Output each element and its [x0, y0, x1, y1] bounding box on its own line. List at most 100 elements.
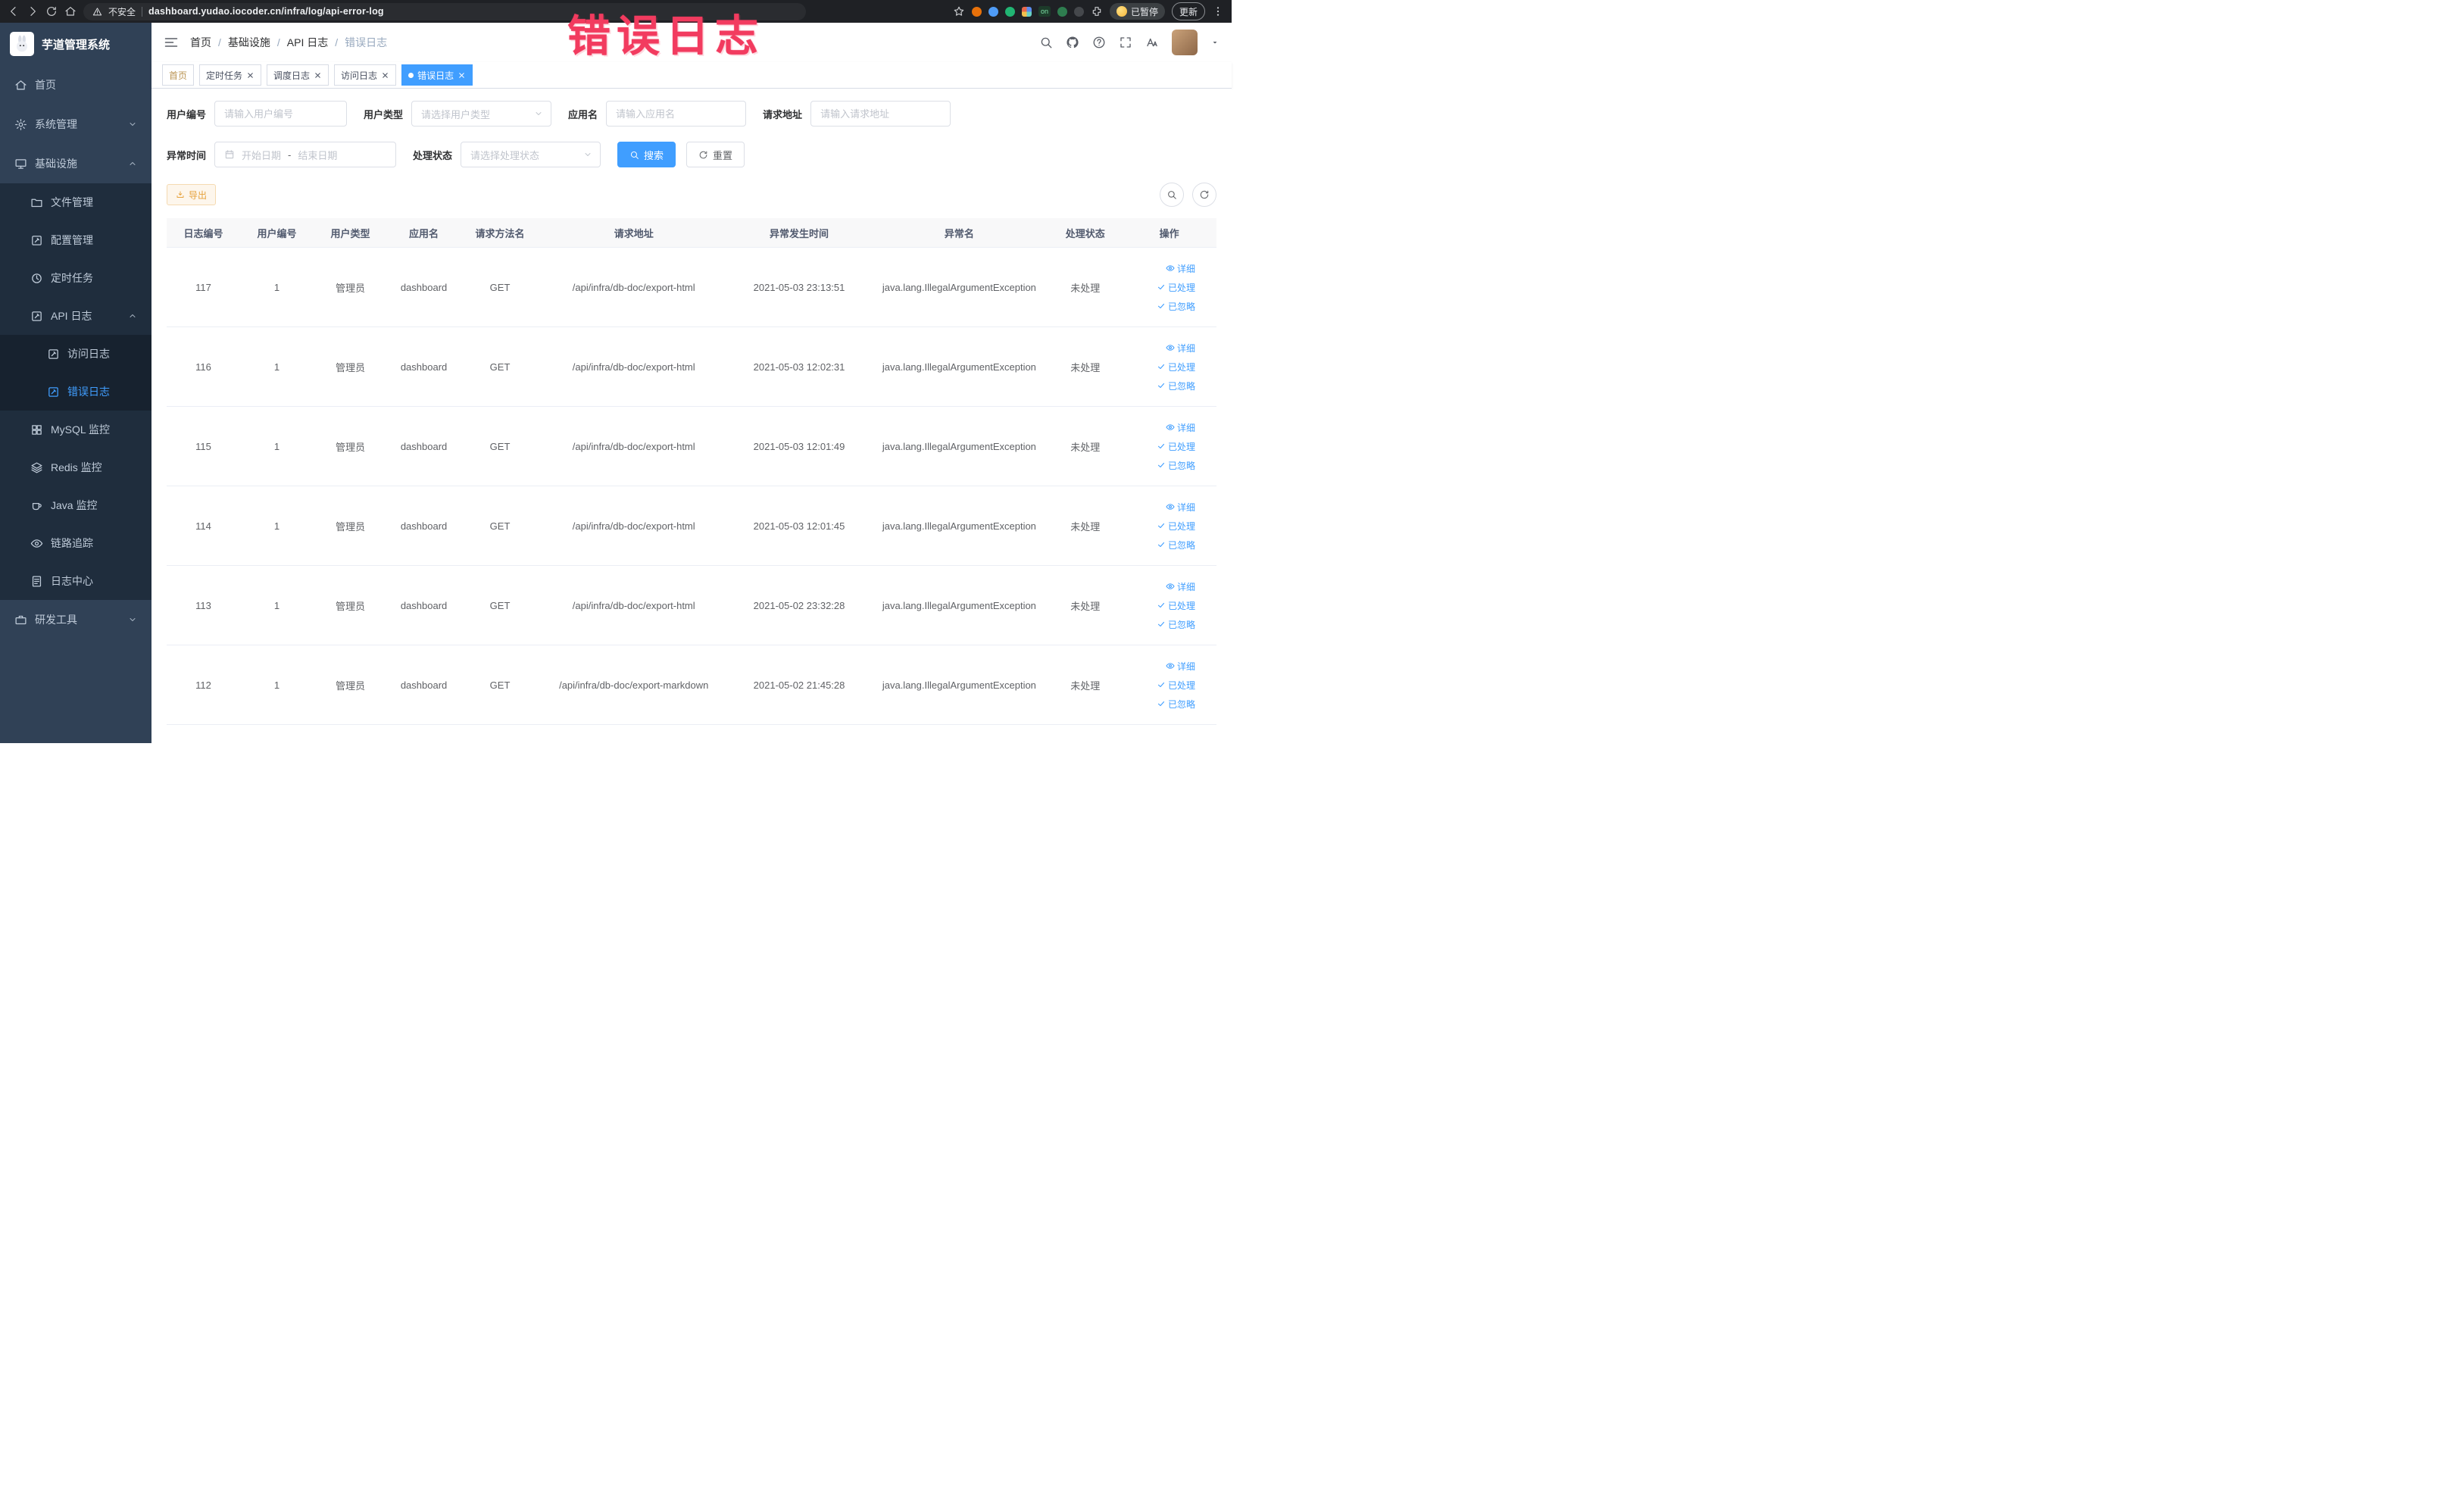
tab-label: 首页	[169, 70, 188, 81]
user-type-select[interactable]: 请选择用户类型	[411, 101, 552, 127]
browser-home-icon[interactable]	[64, 5, 77, 17]
font-size-icon[interactable]	[1145, 36, 1159, 49]
sidebar-item-system[interactable]: 系统管理	[0, 105, 151, 144]
close-tab-icon[interactable]	[458, 71, 466, 80]
sidebar-item-redis[interactable]: Redis 监控	[0, 448, 151, 486]
detail-link[interactable]: 详细	[1166, 580, 1195, 593]
search-icon	[1168, 191, 1176, 199]
extension-icon[interactable]	[971, 6, 982, 17]
security-warning-icon[interactable]	[92, 7, 102, 17]
tab-错误日志[interactable]: 错误日志	[401, 64, 473, 86]
detail-link[interactable]: 详细	[1166, 262, 1195, 275]
breadcrumb-item[interactable]: API 日志	[287, 35, 328, 50]
header-search-icon[interactable]	[1039, 36, 1053, 49]
processed-link[interactable]: 已处理	[1157, 599, 1195, 612]
check-icon	[1157, 383, 1165, 389]
avatar-caret-icon[interactable]	[1210, 38, 1220, 47]
url-text[interactable]: dashboard.yudao.iocoder.cn/infra/log/api…	[148, 6, 384, 17]
extension-on-badge[interactable]: on	[1038, 6, 1051, 17]
detail-link[interactable]: 详细	[1166, 421, 1195, 434]
app-name-input[interactable]	[606, 101, 747, 127]
processed-link[interactable]: 已处理	[1157, 440, 1195, 453]
processed-link[interactable]: 已处理	[1157, 520, 1195, 533]
close-tab-icon[interactable]	[314, 71, 322, 80]
sidebar-item-dev-tools[interactable]: 研发工具	[0, 600, 151, 639]
ignored-link[interactable]: 已忽略	[1157, 539, 1195, 551]
ignored-link[interactable]: 已忽略	[1157, 300, 1195, 313]
sidebar-item-infra[interactable]: 基础设施	[0, 144, 151, 183]
ignored-link[interactable]: 已忽略	[1157, 380, 1195, 392]
processed-link[interactable]: 已处理	[1157, 679, 1195, 692]
processed-link[interactable]: 已处理	[1157, 281, 1195, 294]
cell-id: 117	[167, 247, 241, 327]
extensions-grid-icon[interactable]	[1021, 6, 1032, 17]
ignored-link[interactable]: 已忽略	[1157, 618, 1195, 631]
bookmark-star-icon[interactable]	[953, 5, 965, 17]
sidebar-item-log-center[interactable]: 日志中心	[0, 562, 151, 600]
sidebar-item-label: Java 监控	[51, 499, 98, 511]
browser-forward-icon[interactable]	[27, 5, 39, 17]
toggle-search-button[interactable]	[1160, 183, 1184, 207]
ignored-link[interactable]: 已忽略	[1157, 698, 1195, 711]
sidebar-collapse-button[interactable]	[164, 35, 179, 50]
action-label: 详细	[1176, 661, 1195, 672]
app-logo[interactable]: 芋道管理系统	[0, 23, 151, 65]
sidebar-item-mysql[interactable]: MySQL 监控	[0, 411, 151, 448]
export-button[interactable]: 导出	[167, 184, 217, 205]
extension-icon[interactable]	[1073, 6, 1084, 17]
sidebar-item-home[interactable]: 首页	[0, 65, 151, 105]
sidebar-item-error-log[interactable]: 错误日志	[0, 373, 151, 411]
action-label: 详细	[1176, 422, 1195, 433]
extensions-puzzle-icon[interactable]	[1091, 5, 1103, 17]
browser-menu-icon[interactable]	[1212, 5, 1224, 17]
star-icon	[954, 6, 964, 16]
chevron-down-icon	[534, 109, 543, 118]
help-icon[interactable]	[1092, 36, 1106, 49]
sidebar-item-label: 错误日志	[67, 386, 110, 398]
github-icon[interactable]	[1066, 36, 1079, 49]
update-button[interactable]: 更新	[1171, 2, 1205, 20]
request-url-input[interactable]	[810, 101, 951, 127]
exception-time-range-picker[interactable]: 开始日期 - 结束日期	[214, 142, 397, 167]
detail-link[interactable]: 详细	[1166, 660, 1195, 673]
profile-paused-chip[interactable]: 已暂停	[1109, 3, 1165, 20]
sidebar-item-java[interactable]: Java 监控	[0, 486, 151, 524]
browser-reload-icon[interactable]	[45, 5, 58, 17]
extension-icon[interactable]	[1057, 6, 1067, 17]
address-bar[interactable]: 不安全 dashboard.yudao.iocoder.cn/infra/log…	[83, 2, 806, 20]
browser-back-icon[interactable]	[8, 5, 20, 17]
tab-访问日志[interactable]: 访问日志	[334, 64, 397, 86]
ignored-link[interactable]: 已忽略	[1157, 459, 1195, 472]
extension-icon[interactable]	[988, 6, 998, 17]
eye-icon	[1166, 583, 1175, 589]
breadcrumb-item[interactable]: 基础设施	[228, 35, 270, 50]
sidebar-item-config[interactable]: 配置管理	[0, 221, 151, 259]
detail-link[interactable]: 详细	[1166, 342, 1195, 355]
sidebar-item-trace[interactable]: 链路追踪	[0, 524, 151, 562]
breadcrumb-item[interactable]: 首页	[190, 35, 211, 50]
reset-button-label: 重置	[713, 149, 733, 161]
detail-link[interactable]: 详细	[1166, 501, 1195, 514]
refresh-table-button[interactable]	[1192, 183, 1216, 207]
processed-link[interactable]: 已处理	[1157, 361, 1195, 373]
close-tab-icon[interactable]	[381, 71, 389, 80]
tab-首页[interactable]: 首页	[162, 64, 195, 86]
cell-time: 2021-05-03 12:01:45	[728, 486, 870, 566]
user-avatar[interactable]	[1172, 30, 1198, 55]
fullscreen-icon[interactable]	[1119, 36, 1132, 49]
sidebar-item-job[interactable]: 定时任务	[0, 259, 151, 297]
edit-icon	[48, 386, 58, 397]
sidebar-item-access-log[interactable]: 访问日志	[0, 335, 151, 373]
tab-定时任务[interactable]: 定时任务	[199, 64, 262, 86]
cell-time: 2021-05-03 12:01:49	[728, 406, 870, 486]
cell-id: 114	[167, 486, 241, 566]
tab-调度日志[interactable]: 调度日志	[267, 64, 329, 86]
process-status-select[interactable]: 请选择处理状态	[461, 142, 601, 167]
reset-button[interactable]: 重置	[686, 142, 745, 167]
extension-icon[interactable]	[1004, 6, 1015, 17]
user-id-input[interactable]	[214, 101, 348, 127]
sidebar-item-api-log[interactable]: API 日志	[0, 297, 151, 335]
close-tab-icon[interactable]	[246, 71, 255, 80]
sidebar-item-file[interactable]: 文件管理	[0, 183, 151, 221]
search-button[interactable]: 搜索	[617, 142, 676, 167]
